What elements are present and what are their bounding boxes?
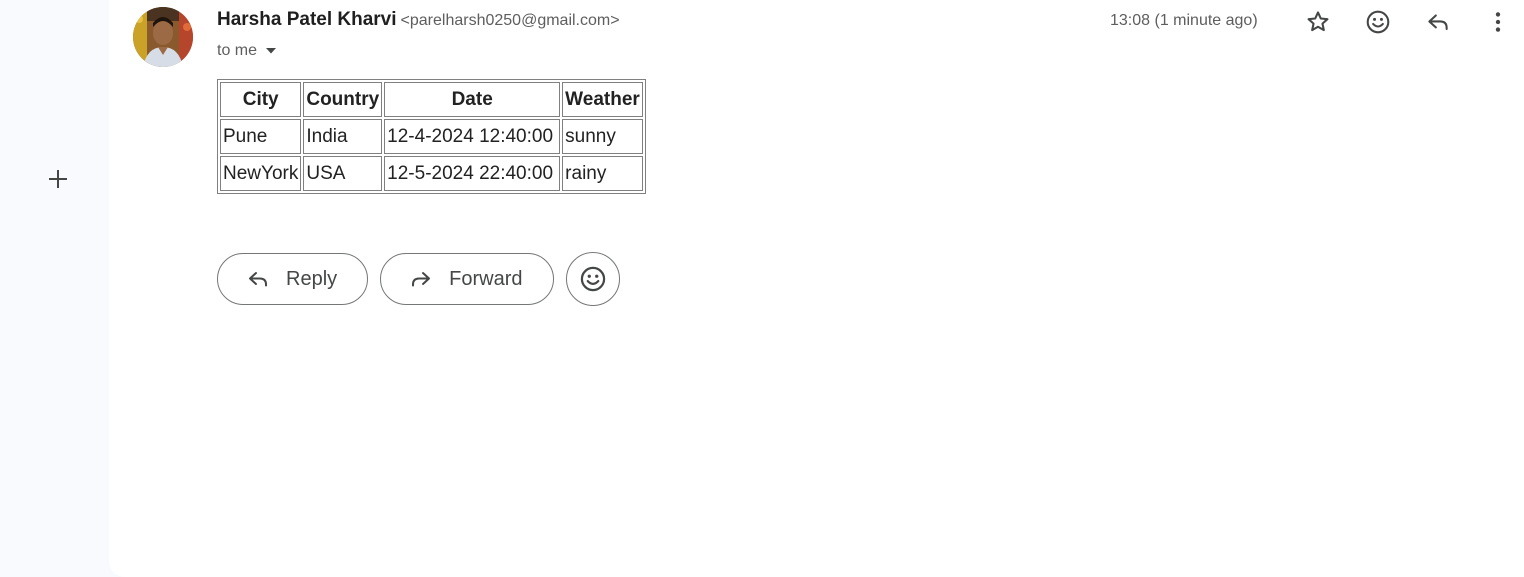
emoji-icon bbox=[580, 266, 605, 292]
forward-label: Forward bbox=[449, 267, 523, 290]
cell-weather: rainy bbox=[562, 156, 643, 191]
add-reaction-button[interactable] bbox=[1359, 3, 1397, 41]
cell-city: Pune bbox=[220, 119, 302, 154]
header-date: Date bbox=[384, 82, 561, 117]
react-button[interactable] bbox=[565, 252, 620, 306]
header-city: City bbox=[220, 82, 302, 117]
cell-country: India bbox=[303, 119, 383, 154]
reply-icon bbox=[1428, 14, 1448, 31]
weather-table: City Country Date Weather Pune India 12-… bbox=[217, 79, 646, 194]
table-row: Pune India 12-4-2024 12:40:00 sunny bbox=[220, 119, 643, 154]
table-row: NewYork USA 12-5-2024 22:40:00 rainy bbox=[220, 156, 643, 191]
side-rail bbox=[0, 0, 109, 577]
forward-icon bbox=[412, 272, 431, 287]
reply-label: Reply bbox=[286, 267, 338, 290]
sender-email: <parelharsh0250@gmail.com> bbox=[400, 12, 620, 29]
more-vert-icon bbox=[1495, 12, 1501, 32]
reply-header-button[interactable] bbox=[1419, 3, 1457, 41]
cell-weather: sunny bbox=[562, 119, 643, 154]
more-options-button[interactable] bbox=[1479, 3, 1517, 41]
header-weather: Weather bbox=[562, 82, 643, 117]
message-view: Harsha Patel Kharvi <parelharsh0250@gmail… bbox=[109, 0, 1524, 577]
cell-city: NewYork bbox=[220, 156, 302, 191]
cell-date: 12-4-2024 12:40:00 bbox=[384, 119, 561, 154]
sender-avatar[interactable] bbox=[133, 7, 193, 67]
message-actions: Reply Forward bbox=[217, 252, 620, 306]
star-button[interactable] bbox=[1299, 3, 1337, 41]
sender-line: Harsha Patel Kharvi <parelharsh0250@gmail… bbox=[217, 9, 620, 31]
add-icon[interactable] bbox=[38, 159, 78, 199]
emoji-icon bbox=[1366, 10, 1390, 34]
forward-button[interactable]: Forward bbox=[380, 253, 554, 305]
email-body: City Country Date Weather Pune India 12-… bbox=[217, 79, 646, 194]
star-icon bbox=[1307, 11, 1329, 32]
reply-button[interactable]: Reply bbox=[217, 253, 369, 305]
cell-date: 12-5-2024 22:40:00 bbox=[384, 156, 561, 191]
recipient-details-toggle[interactable]: to me bbox=[217, 42, 277, 60]
table-header-row: City Country Date Weather bbox=[220, 82, 643, 117]
message-timestamp: 13:08 (1 minute ago) bbox=[1110, 12, 1258, 29]
reply-icon bbox=[249, 272, 267, 287]
caret-down-icon bbox=[266, 48, 277, 54]
cell-country: USA bbox=[303, 156, 383, 191]
header-country: Country bbox=[303, 82, 383, 117]
sender-name[interactable]: Harsha Patel Kharvi bbox=[217, 9, 397, 30]
recipient-label: to me bbox=[217, 42, 258, 59]
